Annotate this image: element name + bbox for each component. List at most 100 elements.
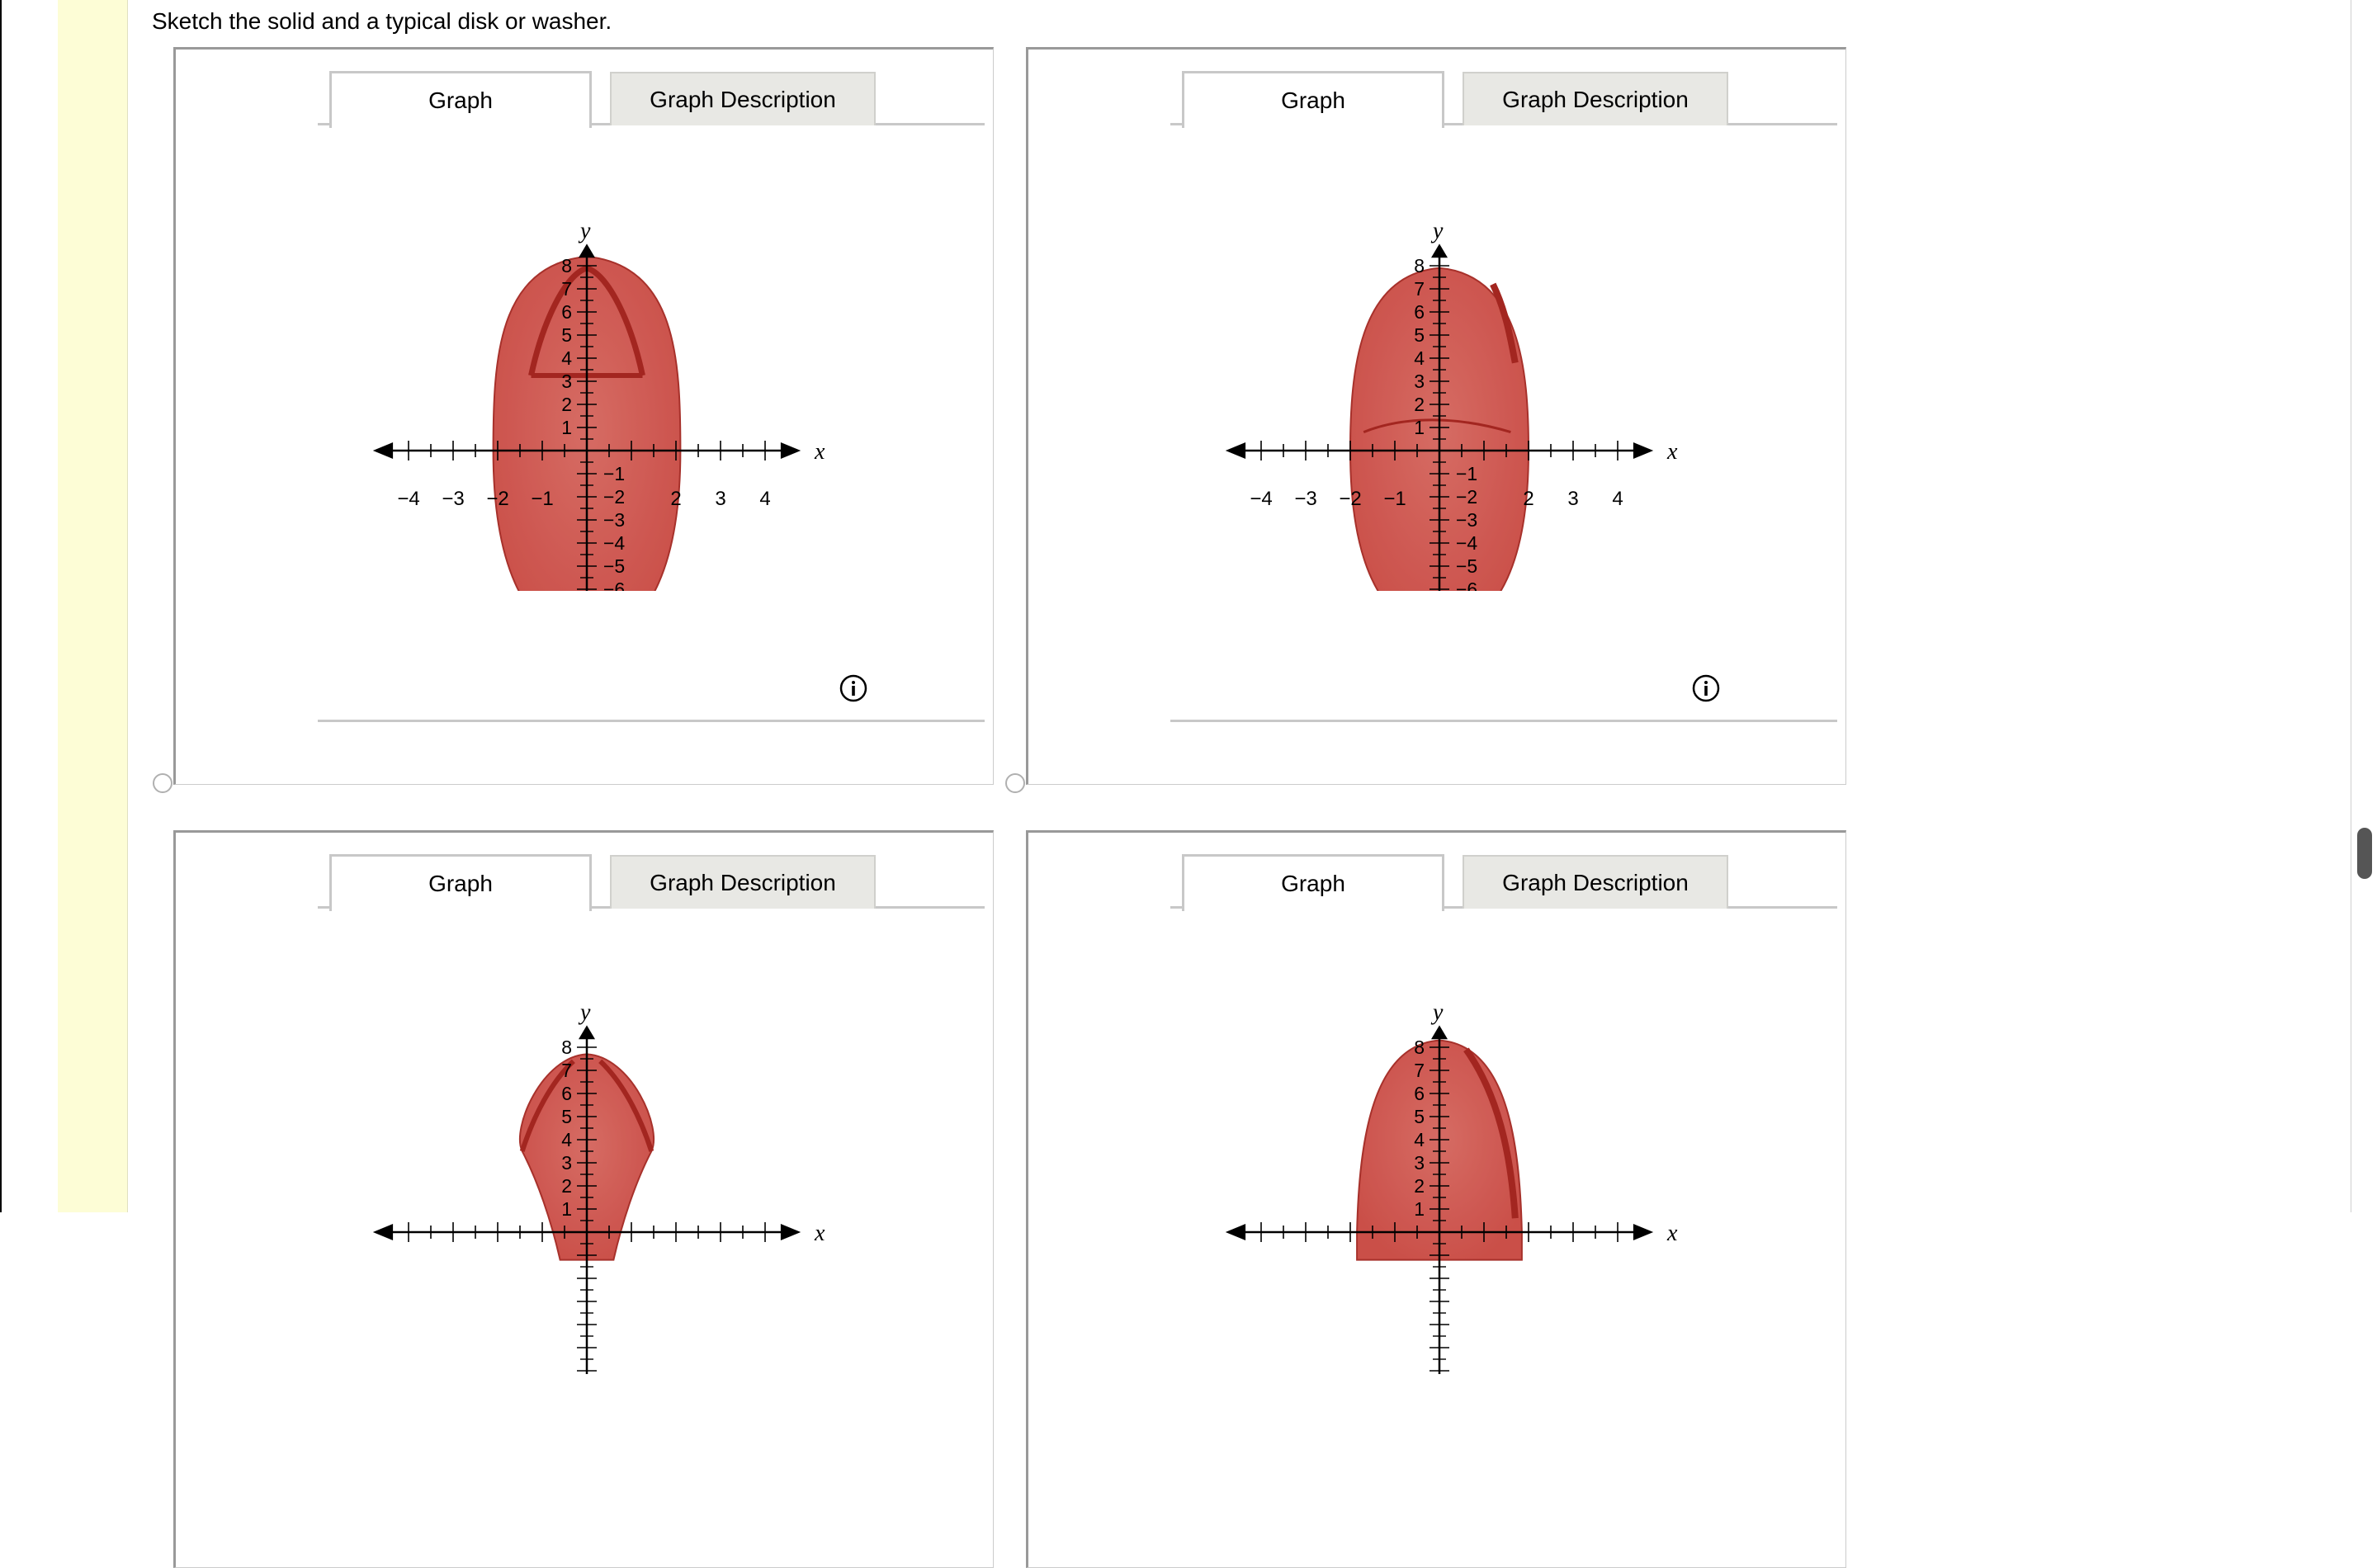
y-tick-label: −3 <box>1456 509 1477 531</box>
radio-option-b[interactable] <box>1005 773 1025 793</box>
y-axis-label: y <box>1430 999 1444 1025</box>
y-tick-label: −2 <box>1456 486 1477 508</box>
graph: x y 12345678 <box>1225 999 1678 1374</box>
answer-option-b: Graph Graph Description x y −4 −3 −2 −1 2 3 4 1 2 3… <box>1026 47 1846 785</box>
x-axis-arrow-right <box>1633 442 1654 459</box>
x-tick-label: −2 <box>486 488 508 510</box>
y-tick-label: −3 <box>603 509 625 531</box>
x-tick-label: 3 <box>715 488 725 510</box>
x-tick-label: −1 <box>531 488 553 510</box>
tab-graph-description[interactable]: Graph Description <box>610 855 876 909</box>
y-tick-label: 3 <box>1414 371 1425 392</box>
y-tick-label: −4 <box>1456 532 1477 554</box>
y-tick-label: 5 <box>1414 324 1425 346</box>
x-axis-label: x <box>1666 439 1678 465</box>
y-tick-label: 2 <box>561 394 572 415</box>
scrollbar-thumb[interactable] <box>2357 828 2372 879</box>
y-tick-label: 1 <box>1414 1198 1425 1220</box>
panel-divider <box>318 720 985 722</box>
x-tick-label: −1 <box>1383 488 1406 510</box>
tab-graph[interactable]: Graph <box>329 71 592 128</box>
y-tick-label: 5 <box>1414 1106 1425 1127</box>
x-axis-label: x <box>814 1221 825 1246</box>
y-tick-label: 2 <box>1414 1175 1425 1197</box>
y-tick-label: 6 <box>561 301 572 323</box>
y-tick-label: 4 <box>561 1129 572 1150</box>
y-tick-label: 6 <box>561 1083 572 1104</box>
panel-divider <box>1170 720 1837 722</box>
y-tick-label: −5 <box>603 555 625 577</box>
y-tick-label: −1 <box>603 463 625 484</box>
x-axis-arrow-left <box>372 1224 394 1240</box>
x-tick-label: −3 <box>1294 488 1316 510</box>
y-tick-label: −1 <box>1456 463 1477 484</box>
x-tick-label: 4 <box>1612 488 1623 510</box>
y-tick-label: −6 <box>1456 579 1477 591</box>
y-axis-label: y <box>1430 218 1444 243</box>
x-tick-label: −4 <box>1250 488 1272 510</box>
x-tick-label: −2 <box>1339 488 1361 510</box>
info-icon[interactable] <box>839 673 868 703</box>
graph: x y 12345678 <box>372 999 825 1374</box>
x-axis-label: x <box>814 439 825 465</box>
y-axis-label: y <box>578 218 591 243</box>
y-tick-label: 7 <box>561 278 572 300</box>
graph: xy−4−3−2−123412345678−1−2−3−4−5−6−7−8 <box>1225 218 1678 591</box>
y-tick-label: 8 <box>561 255 572 276</box>
y-axis-arrow-up <box>1431 1025 1448 1040</box>
tab-graph[interactable]: Graph <box>1182 854 1444 911</box>
y-tick-label: 7 <box>561 1060 572 1081</box>
x-tick-label: 2 <box>670 488 681 510</box>
question-sidebar <box>58 0 128 1212</box>
scrollbar-track[interactable] <box>2351 0 2377 1212</box>
y-tick-label: 4 <box>1414 347 1425 369</box>
tab-bar: Graph Graph Description <box>318 71 985 128</box>
y-axis-label: y <box>578 999 591 1025</box>
x-tick-label: −3 <box>442 488 464 510</box>
question-prompt: Sketch the solid and a typical disk or w… <box>152 8 612 34</box>
x-axis-arrow-right <box>780 442 801 459</box>
y-tick-label: 7 <box>1414 1060 1425 1081</box>
graph: xy−4−3−2−123412345678−1−2−3−4−5−6−7−8 <box>372 218 825 591</box>
x-axis-arrow-left <box>1225 442 1246 459</box>
y-axis-arrow-up <box>1431 243 1448 258</box>
y-tick-label: 8 <box>1414 255 1425 276</box>
y-tick-label: −2 <box>603 486 625 508</box>
x-tick-label: −4 <box>397 488 419 510</box>
tab-graph-description[interactable]: Graph Description <box>610 72 876 125</box>
x-tick-label: 2 <box>1523 488 1533 510</box>
y-axis-arrow-up <box>579 243 595 258</box>
radio-option-a[interactable] <box>153 773 172 793</box>
x-axis-arrow-right <box>1633 1224 1654 1240</box>
y-axis-arrow-up <box>579 1025 595 1040</box>
y-tick-label: 6 <box>1414 1083 1425 1104</box>
y-tick-label: 2 <box>1414 394 1425 415</box>
y-tick-label: 2 <box>561 1175 572 1197</box>
x-axis-label: x <box>1666 1221 1678 1246</box>
y-tick-label: 6 <box>1414 301 1425 323</box>
y-tick-label: 5 <box>561 324 572 346</box>
answer-option-c: Graph Graph Description x y 12345678 <box>173 830 994 1568</box>
y-tick-label: 1 <box>561 1198 572 1220</box>
y-tick-label: 3 <box>561 1152 572 1174</box>
y-tick-label: 7 <box>1414 278 1425 300</box>
y-tick-label: 4 <box>561 347 572 369</box>
y-tick-label: −6 <box>603 579 625 591</box>
y-tick-label: 8 <box>561 1037 572 1058</box>
left-gutter <box>2 0 59 1212</box>
y-tick-label: −5 <box>1456 555 1477 577</box>
y-tick-label: 3 <box>1414 1152 1425 1174</box>
tab-graph[interactable]: Graph <box>1182 71 1444 128</box>
y-tick-label: 1 <box>1414 417 1425 438</box>
tab-graph-description[interactable]: Graph Description <box>1463 855 1728 909</box>
tab-bar: Graph Graph Description <box>1170 854 1837 911</box>
answer-option-d: Graph Graph Description x y 12345678 <box>1026 830 1846 1568</box>
x-tick-label: 3 <box>1567 488 1578 510</box>
tab-graph-description[interactable]: Graph Description <box>1463 72 1728 125</box>
x-axis-arrow-left <box>1225 1224 1246 1240</box>
y-tick-label: 4 <box>1414 1129 1425 1150</box>
tab-graph[interactable]: Graph <box>329 854 592 911</box>
x-axis-arrow-right <box>780 1224 801 1240</box>
info-icon[interactable] <box>1691 673 1721 703</box>
y-tick-label: −4 <box>603 532 625 554</box>
